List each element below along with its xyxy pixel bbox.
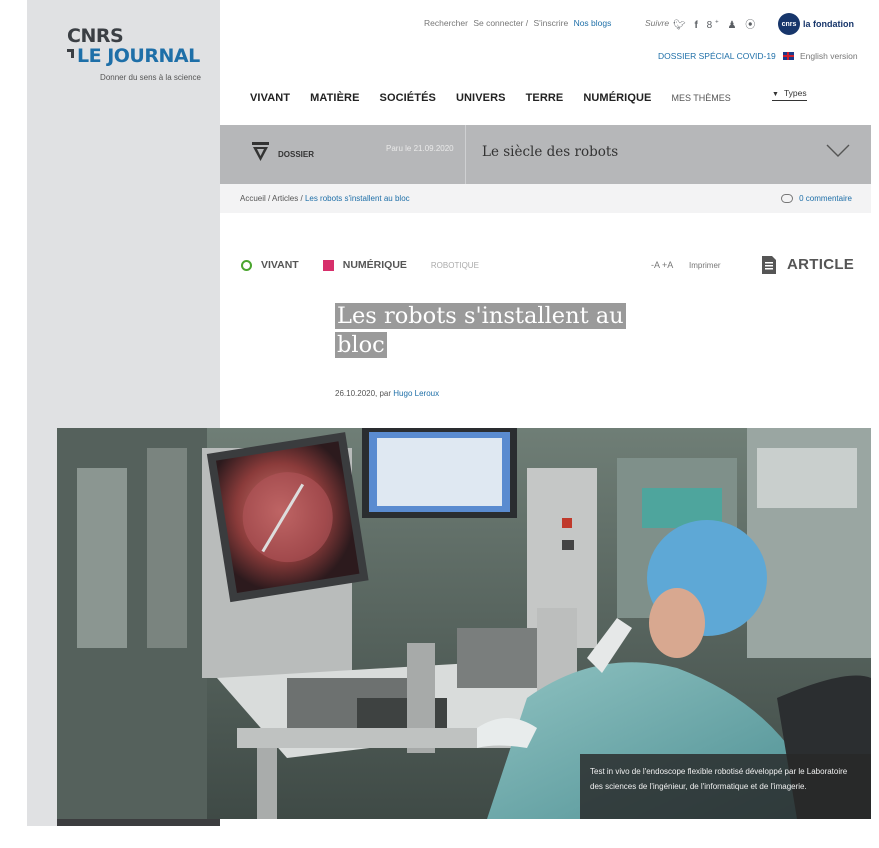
comment-bubble-icon bbox=[781, 194, 794, 203]
fondation-label: la fondation bbox=[803, 19, 854, 29]
breadcrumb-articles[interactable]: Articles bbox=[272, 194, 298, 203]
google-plus-icon[interactable]: 8+ bbox=[707, 20, 722, 31]
dossier-bar[interactable]: DOSSIER Paru le 21.09.2020 Le siècle des… bbox=[220, 125, 871, 184]
facebook-icon[interactable]: f bbox=[694, 20, 700, 31]
rss-icon[interactable]: ⦿ bbox=[745, 20, 758, 31]
dossier-title[interactable]: Le siècle des robots bbox=[482, 144, 618, 160]
fondation-link[interactable]: cnrs la fondation bbox=[778, 13, 854, 35]
category-vivant[interactable]: VIVANT bbox=[261, 259, 299, 271]
category-numerique[interactable]: NUMÉRIQUE bbox=[343, 259, 407, 271]
chevron-down-icon: ▼ bbox=[772, 91, 779, 98]
nav-item-numerique[interactable]: NUMÉRIQUE bbox=[583, 92, 651, 104]
twitter-icon[interactable]: 🐦︎ bbox=[673, 20, 689, 31]
title-line-1: Les robots s'installent au bbox=[335, 303, 626, 329]
user-icon[interactable]: ♟ bbox=[727, 20, 739, 31]
dossier-date: Paru le 21.09.2020 bbox=[386, 144, 454, 153]
nav-item-univers[interactable]: UNIVERS bbox=[456, 92, 506, 104]
top-links: Rechercher Se connecter / S'inscrire Nos… bbox=[424, 18, 614, 28]
byline: 26.10.2020, par Hugo Leroux bbox=[335, 389, 439, 398]
dossier-divider bbox=[465, 125, 466, 184]
vivant-ring-icon bbox=[241, 259, 252, 271]
article-type-label: ARTICLE bbox=[787, 256, 855, 273]
breadcrumb-row: Accueil / Articles / Les robots s'instal… bbox=[220, 184, 871, 213]
blogs-link[interactable]: Nos blogs bbox=[574, 18, 612, 28]
dossier-icon bbox=[252, 142, 269, 161]
types-label: Types bbox=[783, 88, 807, 98]
signup-link[interactable]: S'inscrire bbox=[534, 18, 569, 28]
comments-link[interactable]: 0 commentaire bbox=[781, 194, 852, 203]
chevron-down-icon[interactable] bbox=[826, 144, 850, 158]
nav-item-terre[interactable]: TERRE bbox=[526, 92, 564, 104]
image-shadow-strip bbox=[57, 819, 220, 826]
dossier-label: DOSSIER bbox=[278, 150, 315, 159]
nav-item-vivant[interactable]: VIVANT bbox=[250, 92, 290, 104]
author-link[interactable]: Hugo Leroux bbox=[393, 389, 439, 398]
social-icons: 🐦︎ f 8+ ♟ ⦿ bbox=[673, 16, 758, 31]
article-categories: VIVANT NUMÉRIQUE ROBOTIQUE bbox=[241, 259, 479, 271]
english-version-label: English version bbox=[800, 51, 858, 61]
search-link[interactable]: Rechercher bbox=[424, 18, 468, 28]
covid-dossier-link[interactable]: DOSSIER SPÉCIAL COVID-19 bbox=[658, 51, 776, 61]
numerique-square-icon bbox=[322, 259, 334, 271]
page-title: Les robots s'installent au bloc bbox=[335, 302, 635, 360]
title-line-2: bloc bbox=[335, 332, 387, 358]
tag-robotique[interactable]: ROBOTIQUE bbox=[431, 261, 479, 270]
logo-line-journal: LE JOURNAL bbox=[67, 46, 200, 66]
english-version-link[interactable]: English version bbox=[783, 51, 858, 61]
follow-label: Suivre bbox=[645, 18, 670, 28]
breadcrumb-home[interactable]: Accueil bbox=[240, 194, 266, 203]
cnrs-journal-logo[interactable]: CNRS LE JOURNAL bbox=[67, 26, 200, 66]
login-link[interactable]: Se connecter / bbox=[473, 18, 528, 28]
breadcrumb: Accueil / Articles / Les robots s'instal… bbox=[240, 194, 410, 203]
publish-date: 26.10.2020, par bbox=[335, 389, 392, 398]
comments-count: 0 commentaire bbox=[799, 194, 852, 203]
uk-flag-icon bbox=[783, 52, 794, 60]
cnrs-badge-icon: cnrs bbox=[778, 13, 800, 35]
print-link[interactable]: Imprimer bbox=[689, 261, 721, 270]
image-caption: Test in vivo de l'endoscope flexible rob… bbox=[580, 754, 871, 819]
main-nav: VIVANT MATIÈRE SOCIÉTÉS UNIVERS TERRE NU… bbox=[250, 92, 731, 104]
types-dropdown[interactable]: ▼ Types bbox=[772, 88, 807, 101]
nav-item-matiere[interactable]: MATIÈRE bbox=[310, 92, 359, 104]
logo-line-cnrs: CNRS bbox=[67, 25, 124, 47]
nav-item-societes[interactable]: SOCIÉTÉS bbox=[380, 92, 436, 104]
nav-my-themes[interactable]: MES THÈMES bbox=[671, 93, 730, 103]
document-icon bbox=[762, 256, 776, 274]
tagline: Donner du sens à la science bbox=[100, 73, 201, 82]
breadcrumb-current[interactable]: Les robots s'installent au bloc bbox=[305, 194, 410, 203]
font-size-control[interactable]: -A +A bbox=[651, 260, 673, 270]
